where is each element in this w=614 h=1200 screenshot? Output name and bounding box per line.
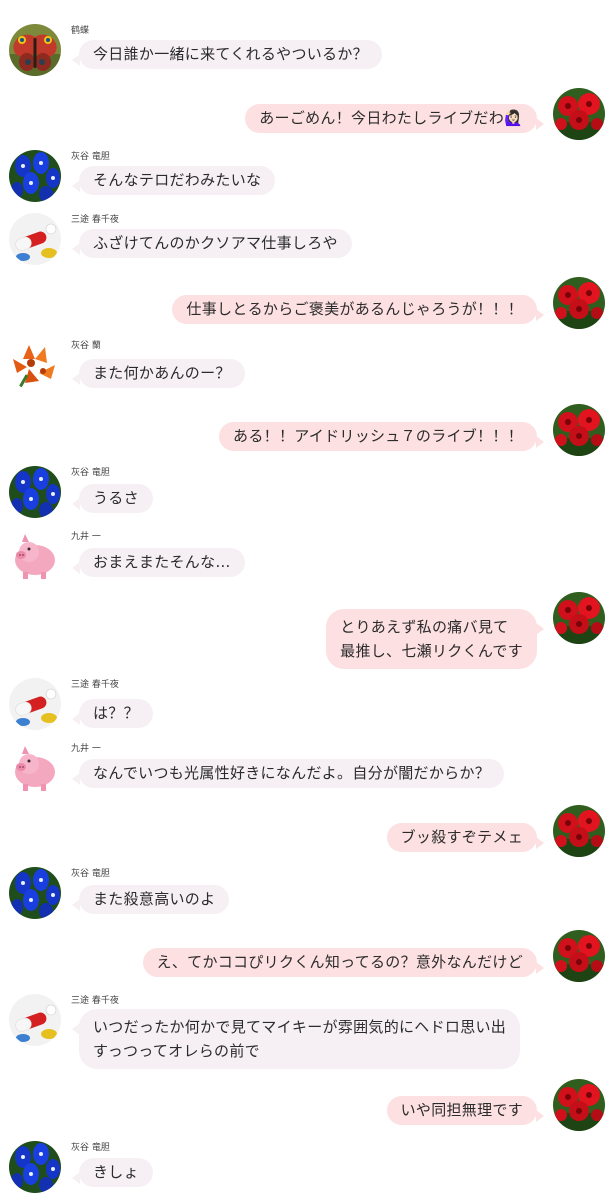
sender-name: 三途 春千夜 — [71, 215, 119, 225]
sender-name: 三途 春千夜 — [71, 996, 119, 1006]
orange-lilies-icon[interactable] — [9, 339, 61, 391]
message-bubble[interactable]: そんなテロだわみたいな — [71, 166, 276, 195]
red-flowers-icon[interactable] — [553, 277, 605, 329]
message-bubble[interactable]: あーごめん！今日わたしライブだわ🙋🏻‍♀️ — [245, 104, 544, 133]
chat-log[interactable]: 鹤蝶 今日誰か一緒に来てくれるやついるか？ あーごめん！今日わたしライブだわ🙋🏻… — [0, 0, 614, 1200]
butterfly-icon[interactable] — [9, 24, 61, 76]
red-flowers-icon[interactable] — [553, 1079, 605, 1131]
message-bubble[interactable]: いや同担無理です — [386, 1096, 545, 1125]
sender-name: 灰谷 竜胆 — [71, 1143, 110, 1153]
message-bubble[interactable]: また殺意高いのよ — [71, 885, 230, 914]
sender-name: 灰谷 竜胆 — [71, 152, 110, 162]
message-bubble[interactable]: ふざけてんのかクソアマ仕事しろや — [72, 229, 352, 258]
sender-name: 九井 一 — [71, 532, 101, 542]
red-flowers-icon[interactable] — [553, 930, 605, 982]
pig-icon[interactable] — [9, 530, 61, 582]
sender-name: 灰谷 蘭 — [71, 341, 101, 351]
message-bubble[interactable]: え、てかココぴリクくん知ってるの？意外なんだけど — [142, 948, 545, 977]
blue-flowers-icon[interactable] — [9, 1141, 61, 1193]
blue-flowers-icon[interactable] — [9, 150, 61, 202]
red-flowers-icon[interactable] — [553, 592, 605, 644]
message-bubble[interactable]: とりあえず私の痛バ見て 最推し、七瀬リクくんです — [326, 609, 544, 669]
message-bubble[interactable]: きしょ — [72, 1158, 153, 1187]
message-bubble[interactable]: うるさ — [72, 484, 153, 513]
sender-name: 三途 春千夜 — [71, 680, 119, 690]
pills-icon[interactable] — [9, 994, 61, 1046]
blue-flowers-icon[interactable] — [9, 867, 61, 919]
sender-name: 灰谷 竜胆 — [71, 468, 110, 478]
message-bubble[interactable]: 今日誰か一緒に来てくれるやついるか？ — [72, 40, 382, 69]
blue-flowers-icon[interactable] — [9, 466, 61, 518]
pills-icon[interactable] — [9, 678, 61, 730]
pills-icon[interactable] — [9, 213, 61, 265]
message-bubble[interactable]: ブッ殺すぞテメェ — [386, 823, 545, 852]
sender-name: 鹤蝶 — [71, 26, 90, 36]
red-flowers-icon[interactable] — [553, 805, 605, 857]
message-bubble[interactable]: ある！！アイドリッシュ７のライブ！！！ — [219, 422, 544, 451]
message-bubble[interactable]: は？？ — [72, 699, 153, 728]
red-flowers-icon[interactable] — [553, 88, 605, 140]
message-bubble[interactable]: なんでいつも光属性好きになんだよ。自分が闇だからか？ — [71, 759, 505, 788]
message-bubble[interactable]: また何かあんのー？ — [72, 359, 245, 388]
message-bubble[interactable]: いつだったか何かで見てマイキーが雰囲気的にヘドロ思い出 すっつってオレらの前で — [71, 1009, 521, 1069]
message-bubble[interactable]: おまえまたそんな… — [72, 548, 245, 577]
message-bubble[interactable]: 仕事しとるからご褒美があるんじゃろうが！！！ — [172, 295, 544, 324]
pig-icon[interactable] — [9, 742, 61, 794]
sender-name: 九井 一 — [71, 744, 101, 754]
sender-name: 灰谷 竜胆 — [71, 869, 110, 879]
red-flowers-icon[interactable] — [553, 404, 605, 456]
